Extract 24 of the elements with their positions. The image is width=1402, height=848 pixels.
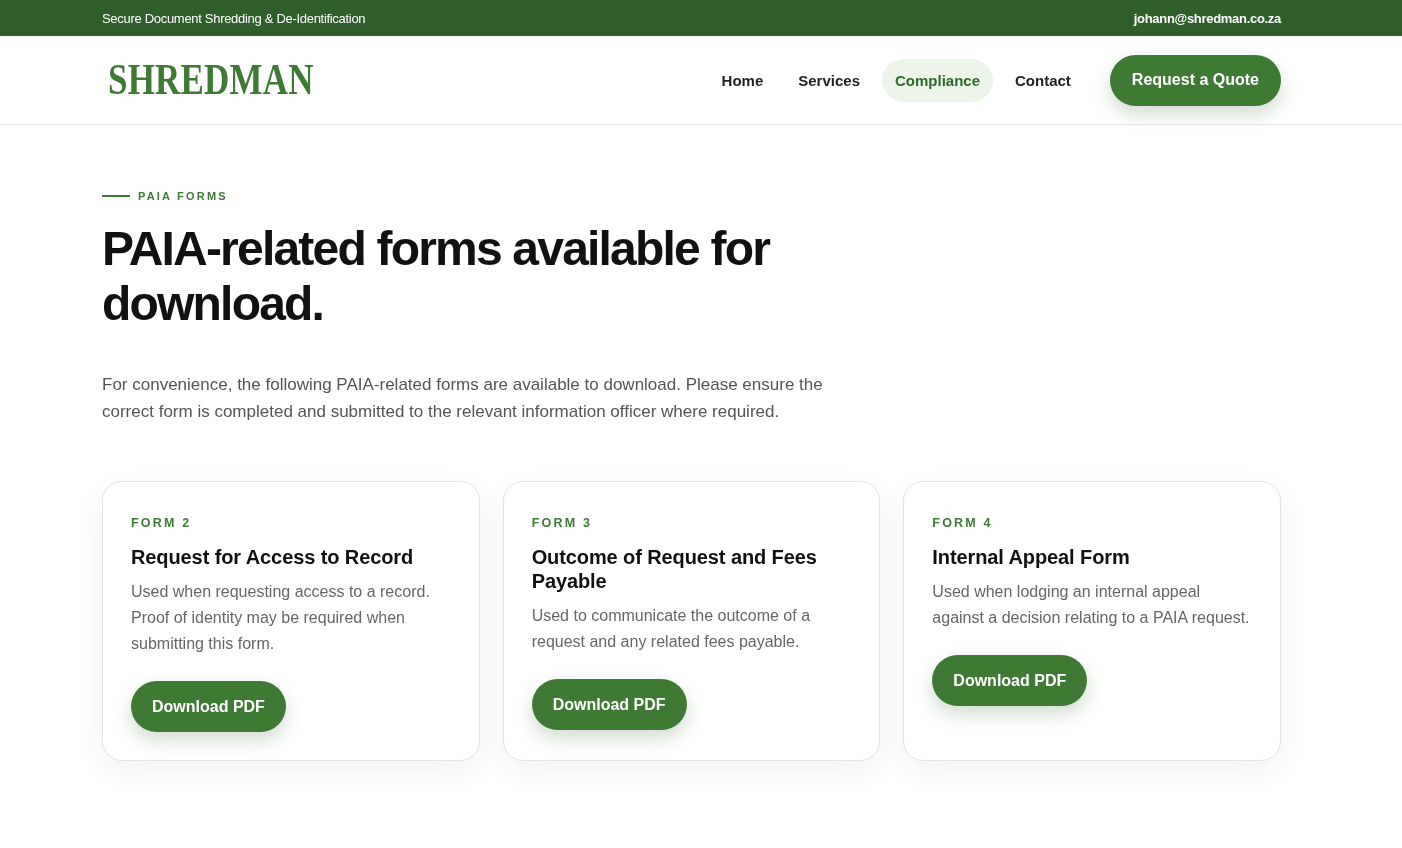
- form-title: Internal Appeal Form: [932, 545, 1130, 569]
- download-pdf-button[interactable]: Download PDF: [531, 679, 687, 730]
- logo[interactable]: SHREDMAN: [108, 60, 314, 100]
- nav-link[interactable]: Contact: [1002, 58, 1084, 102]
- page-heading: PAIA-related forms available for download.: [102, 221, 771, 331]
- email-link[interactable]: johann@shredman.co.za: [1133, 10, 1281, 26]
- nav-link[interactable]: Home: [708, 58, 777, 102]
- download-pdf-button[interactable]: Download PDF: [932, 655, 1088, 706]
- section-eyebrow: PAIA FORMS: [138, 189, 228, 203]
- form-description: Used when requesting access to a record. Proof of identity may be required when submitting this form.: [131, 582, 431, 654]
- download-pdf-button[interactable]: Download PDF: [131, 681, 286, 732]
- accent-rule: [102, 195, 130, 197]
- tagline: Secure Document Shredding & De-Identification: [102, 10, 366, 26]
- nav-link[interactable]: Services: [785, 58, 873, 102]
- form-description: Used to communicate the outcome of a request and any related fees payable.: [531, 606, 812, 652]
- request-quote-button[interactable]: Request a Quote: [1109, 54, 1281, 106]
- form-title: Request for Access to Record: [131, 545, 414, 569]
- form-title: Outcome of Request and Fees Payable: [531, 545, 818, 593]
- form-number-label: FORM 4: [932, 515, 993, 531]
- form-number-label: FORM 2: [131, 515, 192, 531]
- form-number-label: FORM 3: [531, 515, 593, 531]
- form-description: Used when lodging an internal appeal against a decision relating to a PAIA request.: [932, 582, 1251, 628]
- intro-paragraph: For convenience, the following PAIA-related forms are available to download. Please ensure the correct form is completed and submitted to the relevant information officer where required.: [102, 374, 824, 423]
- nav-link[interactable]: Compliance: [882, 58, 993, 102]
